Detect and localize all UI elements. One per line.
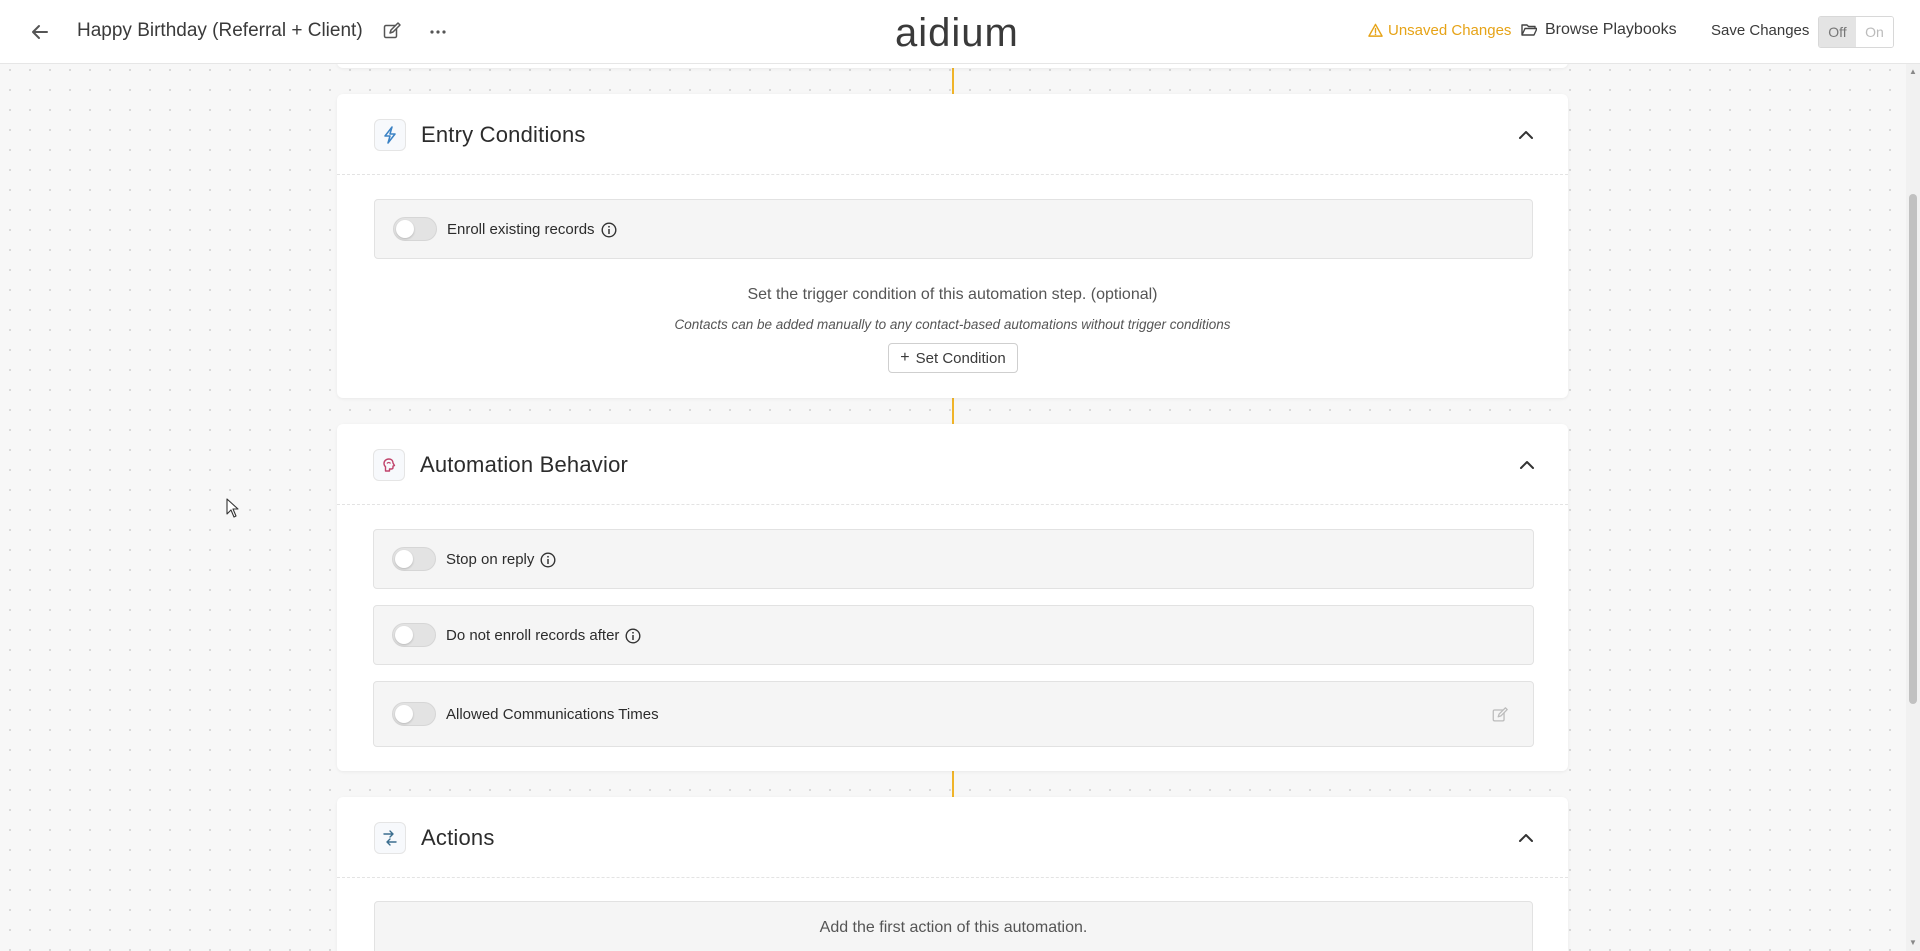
scroll-down-arrow-icon[interactable]: ▼ [1909,939,1917,947]
lightning-icon [384,126,396,144]
trigger-condition-subtext: Contacts can be added manually to any co… [674,317,1231,332]
enroll-existing-option: Enroll existing records [447,221,617,238]
unsaved-changes-label: Unsaved Changes [1388,22,1512,39]
allowed-communications-option: Allowed Communications Times [446,706,659,723]
automation-behavior-card: Automation Behavior Stop on reply Do not… [337,424,1568,771]
brain-icon [383,458,396,472]
enroll-existing-row: Enroll existing records [374,199,1533,259]
chevron-up-icon[interactable] [1515,453,1539,477]
folder-open-icon [1521,24,1537,36]
stop-on-reply-row: Stop on reply [373,529,1534,589]
toggle-off-option[interactable]: Off [1819,17,1856,47]
actions-icon-box [374,822,406,854]
edit-icon[interactable] [1491,706,1509,724]
back-arrow-icon[interactable] [28,20,52,44]
edit-title-icon[interactable] [382,21,402,41]
automation-behavior-icon-box [373,449,405,481]
page-scrollbar[interactable]: ▲ ▼ [1906,64,1920,951]
warning-icon [1368,23,1383,37]
stop-on-reply-option: Stop on reply [446,551,556,568]
actions-title: Actions [421,825,495,850]
browse-playbooks-button[interactable]: Browse Playbooks [1521,21,1677,39]
trigger-condition-text: Set the trigger condition of this automa… [747,286,1158,303]
aidium-logo: aidium [895,11,1019,54]
do-not-enroll-after-label: Do not enroll records after [446,627,620,644]
set-condition-label: Set Condition [915,349,1006,367]
actions-empty-box: Add the first action of this automation. [374,901,1533,951]
automation-title: Happy Birthday (Referral + Client) [77,20,363,41]
plus-icon: + [900,349,910,366]
scroll-up-arrow-icon[interactable]: ▲ [1909,68,1917,76]
flow-connector [952,398,954,424]
entry-conditions-icon-box [374,119,406,151]
automation-behavior-title: Automation Behavior [420,452,629,477]
entry-conditions-card: Entry Conditions Enroll existing records… [337,94,1568,398]
do-not-enroll-after-switch[interactable] [392,623,436,647]
info-icon[interactable] [625,627,641,644]
flow-connector [952,64,954,94]
allowed-communications-row: Allowed Communications Times [373,681,1534,747]
flow-icon [383,830,397,846]
set-condition-button[interactable]: + Set Condition [888,343,1018,373]
browse-playbooks-label: Browse Playbooks [1545,21,1677,38]
toggle-on-option[interactable]: On [1856,17,1893,47]
enroll-existing-switch[interactable] [393,217,437,241]
save-changes-button[interactable]: Save Changes [1711,22,1809,39]
top-bar: Happy Birthday (Referral + Client) aidiu… [0,0,1920,64]
enroll-existing-label: Enroll existing records [447,221,595,238]
mouse-cursor-icon [226,498,239,518]
actions-header: Actions [337,797,1568,878]
automation-behavior-header: Automation Behavior [337,424,1568,505]
entry-conditions-header: Entry Conditions [337,94,1568,175]
allowed-communications-switch[interactable] [392,702,436,726]
stop-on-reply-label: Stop on reply [446,551,535,568]
entry-conditions-title: Entry Conditions [421,122,586,147]
info-icon[interactable] [601,221,617,238]
do-not-enroll-after-row: Do not enroll records after [373,605,1534,665]
stop-on-reply-switch[interactable] [392,547,436,571]
automation-state-toggle[interactable]: Off On [1818,16,1894,48]
info-icon[interactable] [540,551,556,568]
actions-empty-text: Add the first action of this automation. [819,919,1088,936]
unsaved-changes-indicator: Unsaved Changes [1368,22,1511,39]
allowed-communications-label: Allowed Communications Times [446,706,659,723]
scrollbar-thumb[interactable] [1909,194,1917,704]
flow-connector [952,771,954,797]
chevron-up-icon[interactable] [1514,123,1538,147]
chevron-up-icon[interactable] [1514,826,1538,850]
more-options-icon[interactable] [426,20,450,44]
actions-card: Actions Add the first action of this aut… [337,797,1568,951]
svg-text:aidium: aidium [895,11,1019,54]
do-not-enroll-after-option: Do not enroll records after [446,627,641,644]
